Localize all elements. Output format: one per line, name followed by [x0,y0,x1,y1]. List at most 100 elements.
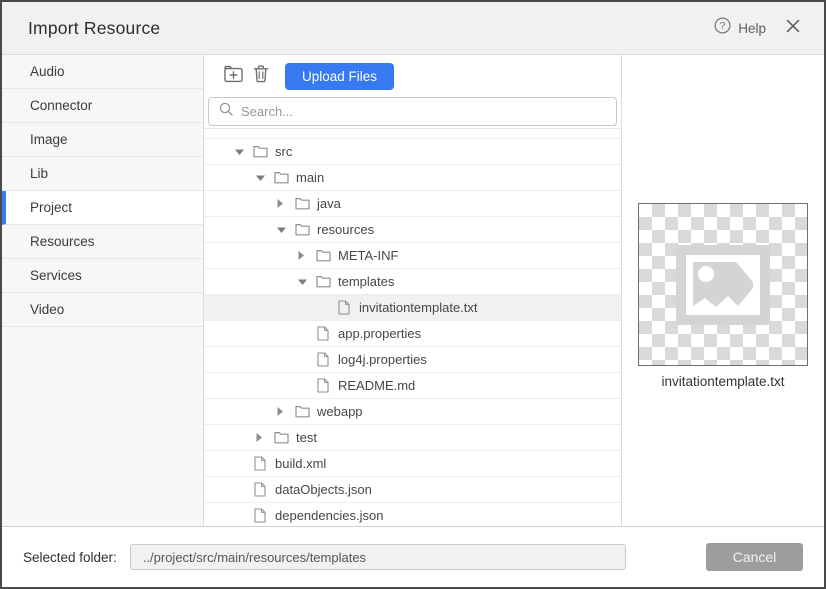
tree-row-label: templates [338,274,394,289]
chevron-right-icon[interactable] [277,199,294,208]
preview-filename: invitationtemplate.txt [661,374,784,389]
dialog-body: Audio Connector Image Lib Project Resources Se… [2,55,824,526]
dialog-title: Import Resource [28,18,714,39]
chevron-right-icon[interactable] [256,433,273,442]
search-row [204,97,621,126]
sidebar-item-lib[interactable]: Lib [2,157,203,191]
tree-row-log4j.properties[interactable]: log4j.properties [204,347,621,373]
file-icon [252,456,268,471]
tree-row-test[interactable]: test [204,425,621,451]
folder-icon [315,275,331,288]
new-folder-button[interactable] [219,62,247,90]
file-icon [315,352,331,367]
dialog-footer: Selected folder: Cancel [2,526,824,587]
dialog-header: Import Resource ? Help [2,2,824,55]
chevron-right-icon[interactable] [277,407,294,416]
tree-row-label: dataObjects.json [275,482,372,497]
tree-row-label: test [296,430,317,445]
chevron-down-icon[interactable] [235,149,252,155]
folder-icon [294,405,310,418]
upload-files-button[interactable]: Upload Files [285,63,394,90]
sidebar-item-label: Audio [30,64,65,79]
sidebar-item-label: Image [30,132,68,147]
close-button[interactable] [786,19,800,38]
svg-text:?: ? [720,20,726,32]
help-button[interactable]: ? Help [714,17,766,39]
sidebar-item-label: Project [30,200,72,215]
image-placeholder-icon [676,245,770,325]
tree-row-build.xml[interactable]: build.xml [204,451,621,477]
tree-row-label: main [296,170,324,185]
file-icon [336,300,352,315]
header-actions: ? Help [714,17,800,39]
chevron-right-icon[interactable] [298,251,315,260]
close-icon [786,19,800,38]
sidebar-item-resources[interactable]: Resources [2,225,203,259]
sidebar: Audio Connector Image Lib Project Resources Se… [2,55,204,526]
tree-row-label: invitationtemplate.txt [359,300,478,315]
file-icon [252,482,268,497]
file-browser: Upload Files srcma [204,55,621,526]
sidebar-item-label: Connector [30,98,92,113]
tree-row-label: app.properties [338,326,421,341]
selected-folder-input[interactable] [130,544,626,570]
import-resource-dialog: Import Resource ? Help [0,0,826,589]
chevron-down-icon[interactable] [298,279,315,285]
chevron-down-icon[interactable] [256,175,273,181]
main-panel: Upload Files srcma [204,55,824,526]
tree-row-label: README.md [338,378,415,393]
folder-icon [294,223,310,236]
file-tree: srcmain java resources META-INF templates inv… [204,128,621,526]
tree-row-templates[interactable]: templates [204,269,621,295]
sidebar-item-services[interactable]: Services [2,259,203,293]
sidebar-item-label: Video [30,302,64,317]
toolbar: Upload Files [204,55,621,97]
folder-icon [273,431,289,444]
sidebar-item-audio[interactable]: Audio [2,55,203,89]
delete-button[interactable] [247,62,275,90]
folder-icon [315,249,331,262]
circle-question-icon: ? [714,17,731,39]
folder-icon [294,197,310,210]
tree-row-label: build.xml [275,456,326,471]
tree-row-label: webapp [317,404,363,419]
tree-row-label: resources [317,222,374,237]
tree-row-src[interactable]: src [204,139,621,165]
search-icon [219,102,233,121]
file-icon [315,326,331,341]
sidebar-item-project[interactable]: Project [2,191,203,225]
sidebar-item-label: Lib [30,166,48,181]
tree-row-webapp[interactable]: webapp [204,399,621,425]
tree-row-dataobjects.json[interactable]: dataObjects.json [204,477,621,503]
tree-row-label: dependencies.json [275,508,383,523]
tree-row-label: src [275,144,292,159]
search-box [208,97,617,126]
tree-row-label: java [317,196,341,211]
preview-box [638,203,808,366]
selected-folder-label: Selected folder: [23,550,117,565]
tree-row-java[interactable]: java [204,191,621,217]
tree-row-dependencies.json[interactable]: dependencies.json [204,503,621,526]
tree-row-resources[interactable]: resources [204,217,621,243]
tree-row-app.properties[interactable]: app.properties [204,321,621,347]
search-input[interactable] [241,104,616,119]
folder-icon [273,171,289,184]
sidebar-item-image[interactable]: Image [2,123,203,157]
tree-row-label: log4j.properties [338,352,427,367]
tree-row-meta-inf[interactable]: META-INF [204,243,621,269]
folder-icon [252,145,268,158]
sidebar-item-video[interactable]: Video [2,293,203,327]
sidebar-item-label: Services [30,268,82,283]
tree-row-main[interactable]: main [204,165,621,191]
tree-row-invitationtemplate.txt[interactable]: invitationtemplate.txt [204,295,621,321]
file-icon [252,508,268,523]
folder-plus-icon [223,65,244,88]
tree-row-readme.md[interactable]: README.md [204,373,621,399]
sidebar-item-connector[interactable]: Connector [2,89,203,123]
chevron-down-icon[interactable] [277,227,294,233]
tree-row-label: META-INF [338,248,398,263]
file-icon [315,378,331,393]
preview-panel: invitationtemplate.txt [621,55,824,526]
trash-icon [253,65,269,88]
cancel-button[interactable]: Cancel [706,543,803,571]
